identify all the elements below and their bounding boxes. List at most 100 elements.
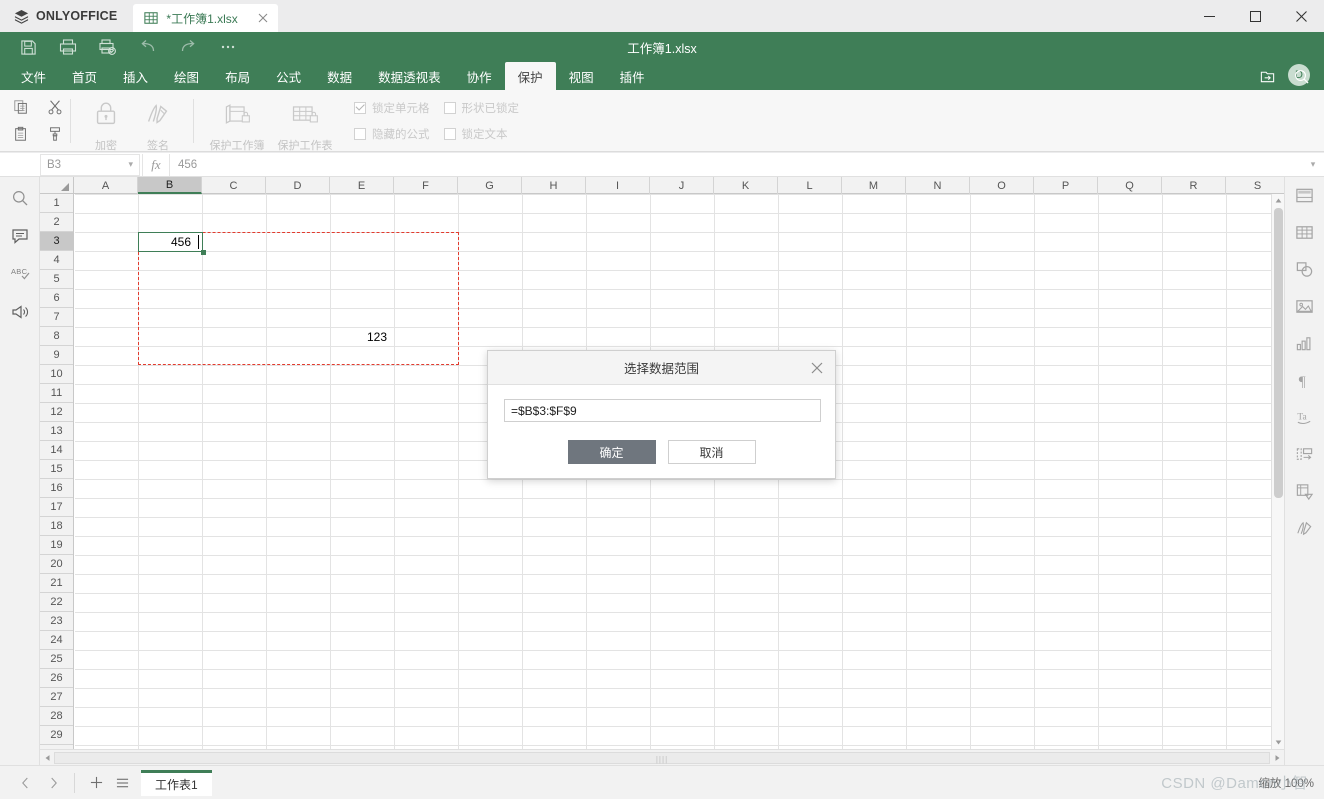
protect-worksheet-button[interactable]: 保护工作表 (271, 93, 339, 152)
tab-data[interactable]: 数据 (314, 62, 365, 90)
pivot-settings-icon[interactable] (1290, 476, 1320, 506)
next-sheet-button[interactable] (40, 770, 66, 796)
cell-E8[interactable]: 123 (331, 327, 391, 346)
quick-print-button[interactable] (88, 32, 128, 62)
shape-locked-checkbox[interactable]: 形状已锁定 (443, 96, 519, 120)
column-header-R[interactable]: R (1162, 177, 1226, 194)
select-all-corner[interactable] (40, 177, 74, 194)
text-art-settings-icon[interactable]: Ta (1290, 402, 1320, 432)
row-header[interactable]: 4 (40, 251, 73, 270)
paste-button[interactable] (8, 122, 34, 146)
row-header[interactable]: 14 (40, 441, 73, 460)
row-header[interactable]: 2 (40, 213, 73, 232)
row-header[interactable]: 29 (40, 726, 73, 745)
copy-button[interactable] (8, 95, 34, 119)
scroll-up-arrow[interactable] (1272, 194, 1284, 207)
tab-pivot-table[interactable]: 数据透视表 (365, 62, 454, 90)
lock-cell-checkbox[interactable]: 锁定单元格 (354, 96, 430, 120)
column-header-A[interactable]: A (74, 177, 138, 194)
comment-icon[interactable] (5, 221, 35, 251)
horizontal-scrollbar[interactable]: |||| (40, 749, 1284, 765)
row-header[interactable]: 13 (40, 422, 73, 441)
column-header-P[interactable]: P (1034, 177, 1098, 194)
save-button[interactable] (8, 32, 48, 62)
tab-view[interactable]: 视图 (556, 62, 607, 90)
row-header[interactable]: 21 (40, 574, 73, 593)
column-header-I[interactable]: I (586, 177, 650, 194)
row-header[interactable]: 5 (40, 270, 73, 289)
row-header[interactable]: 3 (40, 232, 73, 251)
format-painter-button[interactable] (42, 122, 68, 146)
document-tab[interactable]: *工作簿1.xlsx (133, 4, 278, 32)
expand-formula-bar-icon[interactable]: ▾ (1302, 154, 1324, 176)
tab-file[interactable]: 文件 (8, 62, 59, 90)
column-header-L[interactable]: L (778, 177, 842, 194)
row-header[interactable]: 8 (40, 327, 73, 346)
row-header[interactable]: 25 (40, 650, 73, 669)
scroll-right-arrow[interactable] (1270, 750, 1284, 766)
vertical-scrollbar[interactable] (1271, 194, 1284, 749)
open-file-location-icon[interactable] (1250, 62, 1284, 90)
tab-insert[interactable]: 插入 (110, 62, 161, 90)
redo-button[interactable] (168, 32, 208, 62)
cut-button[interactable] (42, 95, 68, 119)
row-header[interactable]: 1 (40, 194, 73, 213)
data-range-input[interactable] (504, 399, 821, 422)
chart-settings-icon[interactable] (1290, 328, 1320, 358)
name-box[interactable]: B3 ▾ (40, 153, 140, 176)
insert-function-button[interactable]: fx (142, 153, 170, 176)
row-header[interactable]: 7 (40, 308, 73, 327)
column-header-Q[interactable]: Q (1098, 177, 1162, 194)
tab-collaboration[interactable]: 协作 (454, 62, 505, 90)
vertical-scroll-thumb[interactable] (1274, 208, 1283, 498)
column-header-E[interactable]: E (330, 177, 394, 194)
horizontal-scroll-thumb[interactable]: |||| (54, 751, 1270, 764)
spellcheck-icon[interactable]: ABC (5, 259, 35, 289)
cell-B3[interactable]: 456 (139, 232, 195, 251)
shape-settings-icon[interactable] (1290, 254, 1320, 284)
column-header-S[interactable]: S (1226, 177, 1284, 194)
column-header-M[interactable]: M (842, 177, 906, 194)
zoom-level-label[interactable]: 缩放 100% (1258, 775, 1314, 791)
close-tab-icon[interactable] (246, 11, 268, 26)
cancel-button[interactable]: 取消 (667, 440, 756, 464)
row-header[interactable]: 15 (40, 460, 73, 479)
cell-settings-icon[interactable] (1290, 180, 1320, 210)
scroll-down-arrow[interactable] (1272, 736, 1284, 749)
search-icon[interactable] (5, 183, 35, 213)
tab-plugins[interactable]: 插件 (607, 62, 658, 90)
row-header[interactable]: 19 (40, 536, 73, 555)
chevron-down-icon[interactable]: ▾ (128, 159, 133, 170)
scroll-left-arrow[interactable] (40, 750, 54, 766)
minimize-button[interactable] (1186, 0, 1232, 32)
row-header[interactable]: 26 (40, 669, 73, 688)
column-header-C[interactable]: C (202, 177, 266, 194)
row-header[interactable]: 23 (40, 612, 73, 631)
paragraph-settings-icon[interactable]: ¶ (1290, 365, 1320, 395)
maximize-button[interactable] (1232, 0, 1278, 32)
prev-sheet-button[interactable] (12, 770, 38, 796)
row-header[interactable]: 27 (40, 688, 73, 707)
sheet-tab-worksheet1[interactable]: 工作表1 (141, 769, 212, 796)
slicer-settings-icon[interactable] (1290, 439, 1320, 469)
row-header[interactable]: 24 (40, 631, 73, 650)
lock-text-checkbox[interactable]: 锁定文本 (443, 122, 520, 146)
feedback-icon[interactable] (5, 297, 35, 327)
column-header-H[interactable]: H (522, 177, 586, 194)
row-header[interactable]: 17 (40, 498, 73, 517)
tab-layout[interactable]: 布局 (212, 62, 263, 90)
column-header-D[interactable]: D (266, 177, 330, 194)
add-sheet-button[interactable] (83, 770, 109, 796)
undo-button[interactable] (128, 32, 168, 62)
row-header[interactable]: 12 (40, 403, 73, 422)
column-header-G[interactable]: G (458, 177, 522, 194)
search-icon[interactable] (1284, 62, 1318, 90)
more-options-button[interactable] (208, 32, 248, 62)
tab-protection[interactable]: 保护 (504, 62, 556, 90)
protect-workbook-button[interactable]: 保护工作簿 (203, 93, 271, 152)
column-header-F[interactable]: F (394, 177, 458, 194)
close-icon[interactable] (807, 358, 827, 378)
column-header-O[interactable]: O (970, 177, 1034, 194)
signature-settings-icon[interactable] (1290, 513, 1320, 543)
row-header[interactable]: 9 (40, 346, 73, 365)
